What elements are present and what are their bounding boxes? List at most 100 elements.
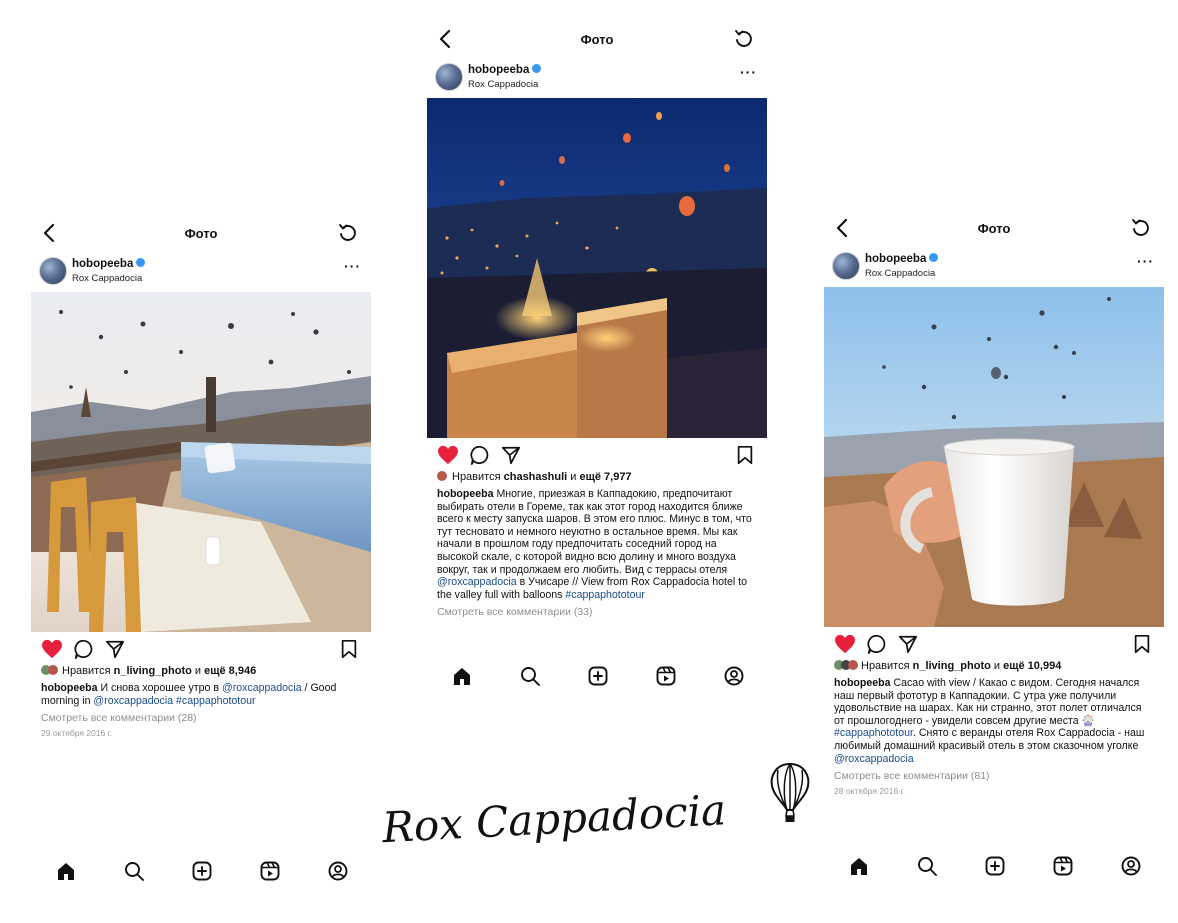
- brand-signature: Rox Cappadocia: [378, 758, 818, 868]
- liked-by-user[interactable]: n_living_photo: [913, 660, 991, 672]
- bookmark-icon[interactable]: [1133, 634, 1151, 654]
- bottom-nav: [824, 851, 1164, 881]
- add-post-icon[interactable]: [984, 855, 1006, 877]
- verified-badge-icon: [532, 64, 542, 73]
- top-bar: Фото: [31, 218, 371, 252]
- post-actions: [824, 627, 1164, 657]
- post-photo[interactable]: [824, 287, 1164, 627]
- hot-air-balloon-icon: [770, 762, 810, 822]
- likes-count[interactable]: ещё 10,994: [1003, 660, 1061, 672]
- bottom-nav: [31, 856, 371, 886]
- post-date: 29 октября 2016 г.: [41, 728, 113, 739]
- comment-icon[interactable]: [470, 445, 490, 465]
- page-title: Фото: [977, 221, 1011, 236]
- caption-link[interactable]: #cappaphototour: [565, 589, 645, 601]
- share-icon[interactable]: [501, 445, 521, 465]
- search-icon[interactable]: [916, 855, 938, 877]
- post-caption: hobopeeba Многие, приезжая в Каппадокию,…: [427, 486, 767, 601]
- add-post-icon[interactable]: [191, 860, 213, 882]
- caption-username[interactable]: hobopeeba: [437, 488, 494, 500]
- username[interactable]: hobopeeba: [72, 258, 133, 270]
- post-screen-3: Фото hobopeeba Rox Cappadocia ··· Нравит…: [824, 213, 1164, 888]
- caption-link[interactable]: #cappaphototour: [176, 695, 256, 707]
- liker-avatars: [41, 665, 59, 675]
- username[interactable]: hobopeeba: [468, 64, 529, 76]
- refresh-icon[interactable]: [733, 28, 755, 50]
- caption-link[interactable]: @roxcappadocia: [834, 753, 914, 765]
- reels-icon[interactable]: [1052, 855, 1074, 877]
- post-caption: hobopeeba И снова хорошее утро в @roxcap…: [31, 680, 371, 707]
- bookmark-icon[interactable]: [736, 445, 754, 465]
- location-label[interactable]: Rox Cappadocia: [865, 268, 935, 279]
- more-dots-icon[interactable]: ···: [344, 258, 361, 274]
- refresh-icon[interactable]: [1130, 217, 1152, 239]
- search-icon[interactable]: [519, 665, 541, 687]
- view-all-comments-link[interactable]: Смотреть все комментарии (81): [824, 765, 1164, 782]
- bottom-nav: [427, 661, 767, 691]
- caption-username[interactable]: hobopeeba: [834, 677, 891, 689]
- bookmark-icon[interactable]: [340, 639, 358, 659]
- post-screen-1: Фото hobopeeba Rox Cappadocia ··· Нравит…: [31, 218, 371, 890]
- post-photo[interactable]: [31, 292, 371, 632]
- heart-filled-icon[interactable]: [437, 445, 459, 465]
- heart-filled-icon[interactable]: [834, 634, 856, 654]
- liker-avatars: [834, 660, 858, 670]
- avatar[interactable]: [832, 252, 860, 280]
- home-icon[interactable]: [848, 855, 870, 877]
- avatar[interactable]: [39, 257, 67, 285]
- location-label[interactable]: Rox Cappadocia: [468, 79, 538, 90]
- verified-badge-icon: [136, 258, 146, 267]
- share-icon[interactable]: [898, 634, 918, 654]
- add-post-icon[interactable]: [587, 665, 609, 687]
- location-label[interactable]: Rox Cappadocia: [72, 273, 142, 284]
- likes-line[interactable]: Нравится n_living_photo и ещё 10,994: [824, 657, 1164, 675]
- caption-text: И снова хорошее утро в: [97, 682, 222, 694]
- caption-link[interactable]: @roxcappadocia: [437, 576, 517, 588]
- liked-by-user[interactable]: n_living_photo: [114, 665, 192, 677]
- post-actions: [31, 632, 371, 662]
- post-actions: [427, 438, 767, 468]
- caption-username[interactable]: hobopeeba: [41, 682, 98, 694]
- view-all-comments-link[interactable]: Смотреть все комментарии (28): [31, 707, 371, 724]
- brand-text: Rox Cappadocia: [380, 785, 727, 852]
- heart-filled-icon[interactable]: [41, 639, 63, 659]
- home-icon[interactable]: [451, 665, 473, 687]
- caption-link[interactable]: @roxcappadocia: [93, 695, 173, 707]
- page-title: Фото: [184, 226, 218, 241]
- likes-line[interactable]: Нравится n_living_photo и ещё 8,946: [31, 662, 371, 680]
- home-icon[interactable]: [55, 860, 77, 882]
- profile-icon[interactable]: [327, 860, 349, 882]
- post-author-row: hobopeeba Rox Cappadocia ···: [31, 252, 371, 292]
- more-dots-icon[interactable]: ···: [1137, 253, 1154, 269]
- view-all-comments-link[interactable]: Смотреть все комментарии (33): [427, 601, 767, 618]
- likes-count[interactable]: ещё 8,946: [204, 665, 256, 677]
- avatar[interactable]: [435, 63, 463, 91]
- post-screen-2: Фото hobopeeba Rox Cappadocia ··· Нравит…: [427, 24, 767, 694]
- comment-icon[interactable]: [74, 639, 94, 659]
- post-author-row: hobopeeba Rox Cappadocia ···: [824, 247, 1164, 287]
- liked-by-user[interactable]: chashashuli: [504, 471, 568, 483]
- post-caption: hobopeeba Cacao with view / Какао с видо…: [824, 675, 1164, 765]
- post-date: 28 октября 2016 г.: [834, 786, 906, 797]
- top-bar: Фото: [824, 213, 1164, 247]
- profile-icon[interactable]: [723, 665, 745, 687]
- search-icon[interactable]: [123, 860, 145, 882]
- username[interactable]: hobopeeba: [865, 253, 926, 265]
- caption-link[interactable]: #cappaphototour: [834, 727, 913, 739]
- more-dots-icon[interactable]: ···: [740, 64, 757, 80]
- share-icon[interactable]: [105, 639, 125, 659]
- refresh-icon[interactable]: [337, 222, 359, 244]
- post-photo[interactable]: [427, 98, 767, 438]
- liker-avatars: [437, 471, 449, 481]
- profile-icon[interactable]: [1120, 855, 1142, 877]
- likes-line[interactable]: Нравится chashashuli и ещё 7,977: [427, 468, 767, 486]
- reels-icon[interactable]: [259, 860, 281, 882]
- page-title: Фото: [580, 32, 614, 47]
- comment-icon[interactable]: [867, 634, 887, 654]
- reels-icon[interactable]: [655, 665, 677, 687]
- top-bar: Фото: [427, 24, 767, 58]
- caption-text: Многие, приезжая в Каппадокию, предпочит…: [437, 488, 752, 576]
- verified-badge-icon: [929, 253, 939, 262]
- likes-count[interactable]: ещё 7,977: [579, 471, 631, 483]
- caption-link[interactable]: @roxcappadocia: [222, 682, 302, 694]
